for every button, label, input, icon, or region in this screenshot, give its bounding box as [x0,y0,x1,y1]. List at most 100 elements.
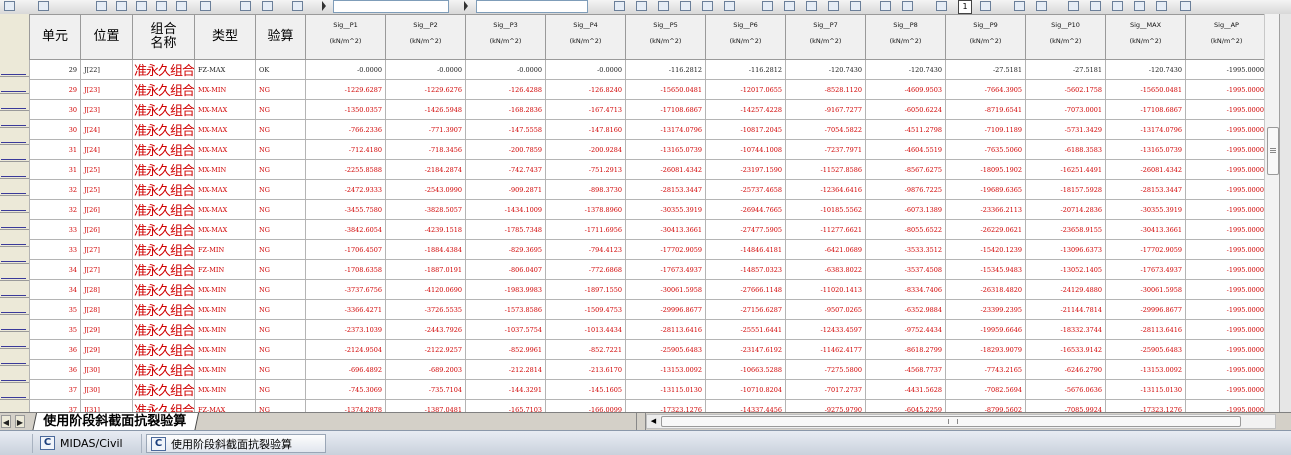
cell-p3[interactable]: -212.2814 [465,359,547,380]
cell-p4[interactable]: -200.9284 [545,139,627,160]
cell-combo[interactable]: 准永久组合 [131,139,196,160]
cell-p8[interactable]: -6352.9884 [865,299,947,320]
cell-p10[interactable]: -6246.2790 [1025,359,1107,380]
cell-check[interactable]: NG [255,159,307,180]
cell-p7[interactable]: -6421.0689 [785,239,867,260]
cell-p2[interactable]: -3828.5057 [385,199,467,220]
cell-p6[interactable]: -116.2812 [705,59,787,80]
cell-p9[interactable]: -23366.2113 [945,199,1027,220]
redo-icon[interactable] [262,1,273,11]
cell-p8[interactable]: -6073.1389 [865,199,947,220]
cell-p4[interactable]: -147.8160 [545,119,627,140]
row-selector[interactable] [0,298,29,315]
boundary-icon[interactable] [658,1,669,11]
cell-p2[interactable]: -0.0000 [385,59,467,80]
table-row[interactable]: 33 J[27] 准永久组合 FZ-MIN NG -1706.4507 -1884.4384… [29,239,1269,260]
cell-position[interactable]: J[28] [80,279,133,300]
cell-type[interactable]: MX-MIN [194,359,257,380]
cell-max[interactable]: -28153.3447 [1105,179,1187,200]
cell-check[interactable]: NG [255,399,307,412]
cell-p10[interactable]: -20714.2836 [1025,199,1107,220]
cell-p5[interactable]: -25905.6483 [625,339,707,360]
cell-ap[interactable]: -1995.0000 [1185,279,1269,300]
cell-ap[interactable]: -1995.0000 [1185,319,1269,340]
cell-p2[interactable]: -718.3456 [385,139,467,160]
cell-p5[interactable]: -30355.3919 [625,199,707,220]
cell-p1[interactable]: -696.4892 [305,359,387,380]
cell-combo[interactable]: 准永久组合 [131,259,196,280]
column-header-p5[interactable]: Sig__P5 (kN/m^2) [625,14,707,60]
row-selector[interactable] [0,247,29,264]
node-icon[interactable] [614,1,625,11]
cell-p4[interactable]: -167.4713 [545,99,627,120]
column-header-p1[interactable]: Sig__P1 (kN/m^2) [305,14,387,60]
cell-p9[interactable]: -8799.5602 [945,399,1027,412]
cell-p1[interactable]: -1708.6358 [305,259,387,280]
side-view-icon[interactable] [784,1,795,11]
cell-position[interactable]: J[30] [80,379,133,400]
zoom-icon[interactable] [116,1,127,11]
cell-ap[interactable]: -1995.0000 [1185,59,1269,80]
rotate-icon[interactable] [156,1,167,11]
pointer-icon[interactable] [96,1,107,11]
row-selector[interactable] [0,196,29,213]
cell-p9[interactable]: -15420.1239 [945,239,1027,260]
cell-p10[interactable]: -21144.7814 [1025,299,1107,320]
cell-max[interactable]: -30413.3661 [1105,219,1187,240]
cell-p2[interactable]: -689.2003 [385,359,467,380]
cell-p3[interactable]: -1983.9983 [465,279,547,300]
column-header-position[interactable]: 位置 [80,14,133,60]
row-selector[interactable] [0,77,29,94]
cell-p8[interactable]: -9752.4434 [865,319,947,340]
cell-p9[interactable]: -18293.9079 [945,339,1027,360]
cell-p2[interactable]: -1229.6276 [385,79,467,100]
cell-p7[interactable]: -11527.8586 [785,159,867,180]
cell-type[interactable]: MX-MIN [194,339,257,360]
cell-p2[interactable]: -1884.4384 [385,239,467,260]
page-number[interactable]: 1 [958,0,972,14]
cell-p6[interactable]: -23147.6192 [705,339,787,360]
cell-p1[interactable]: -766.2336 [305,119,387,140]
cell-p4[interactable]: -852.7221 [545,339,627,360]
cell-p10[interactable]: -7085.9924 [1025,399,1107,412]
cell-p3[interactable]: -742.7437 [465,159,547,180]
cell-p9[interactable]: -19959.6646 [945,319,1027,340]
cell-unit[interactable]: 37 [29,379,81,400]
cell-p6[interactable]: -10710.8204 [705,379,787,400]
cell-p9[interactable]: -7082.5694 [945,379,1027,400]
table-row[interactable]: 34 J[28] 准永久组合 MX-MIN NG -3737.6756 -4120.0690… [29,279,1269,300]
prev-sheet-button[interactable]: ◀ [1,415,11,428]
cell-p2[interactable]: -1387.0481 [385,399,467,412]
cell-p2[interactable]: -2543.0990 [385,179,467,200]
cell-position[interactable]: J[24] [80,139,133,160]
cell-p1[interactable]: -2373.1039 [305,319,387,340]
window-icon[interactable] [980,1,991,11]
iso-view-icon[interactable] [828,1,839,11]
cell-p8[interactable]: -3537.4508 [865,259,947,280]
cell-type[interactable]: MX-MIN [194,319,257,340]
cell-max[interactable]: -17702.9059 [1105,239,1187,260]
cell-check[interactable]: NG [255,379,307,400]
cell-p4[interactable]: -1378.8960 [545,199,627,220]
table-row[interactable]: 35 J[28] 准永久组合 MX-MIN NG -3366.4271 -3726.5535… [29,299,1269,320]
cell-ap[interactable]: -1995.0000 [1185,119,1269,140]
cell-p3[interactable]: -0.0000 [465,59,547,80]
cell-unit[interactable]: 31 [29,139,81,160]
cell-p10[interactable]: -13096.6373 [1025,239,1107,260]
cell-p7[interactable]: -7275.5800 [785,359,867,380]
cell-unit[interactable]: 31 [29,159,81,180]
cell-unit[interactable]: 34 [29,259,81,280]
cell-p3[interactable]: -147.5558 [465,119,547,140]
cell-p7[interactable]: -7237.7971 [785,139,867,160]
cell-combo[interactable]: 准永久组合 [131,319,196,340]
cell-p1[interactable]: -3737.6756 [305,279,387,300]
top-view-icon[interactable] [806,1,817,11]
cell-p9[interactable]: -7109.1189 [945,119,1027,140]
cell-p8[interactable]: -4604.5519 [865,139,947,160]
vertical-scrollbar[interactable] [1264,14,1280,412]
cell-p5[interactable]: -17702.9059 [625,239,707,260]
cell-p1[interactable]: -3366.4271 [305,299,387,320]
cell-type[interactable]: MX-MIN [194,79,257,100]
cell-ap[interactable]: -1995.0000 [1185,159,1269,180]
vertical-scroll-thumb[interactable] [1267,127,1279,175]
